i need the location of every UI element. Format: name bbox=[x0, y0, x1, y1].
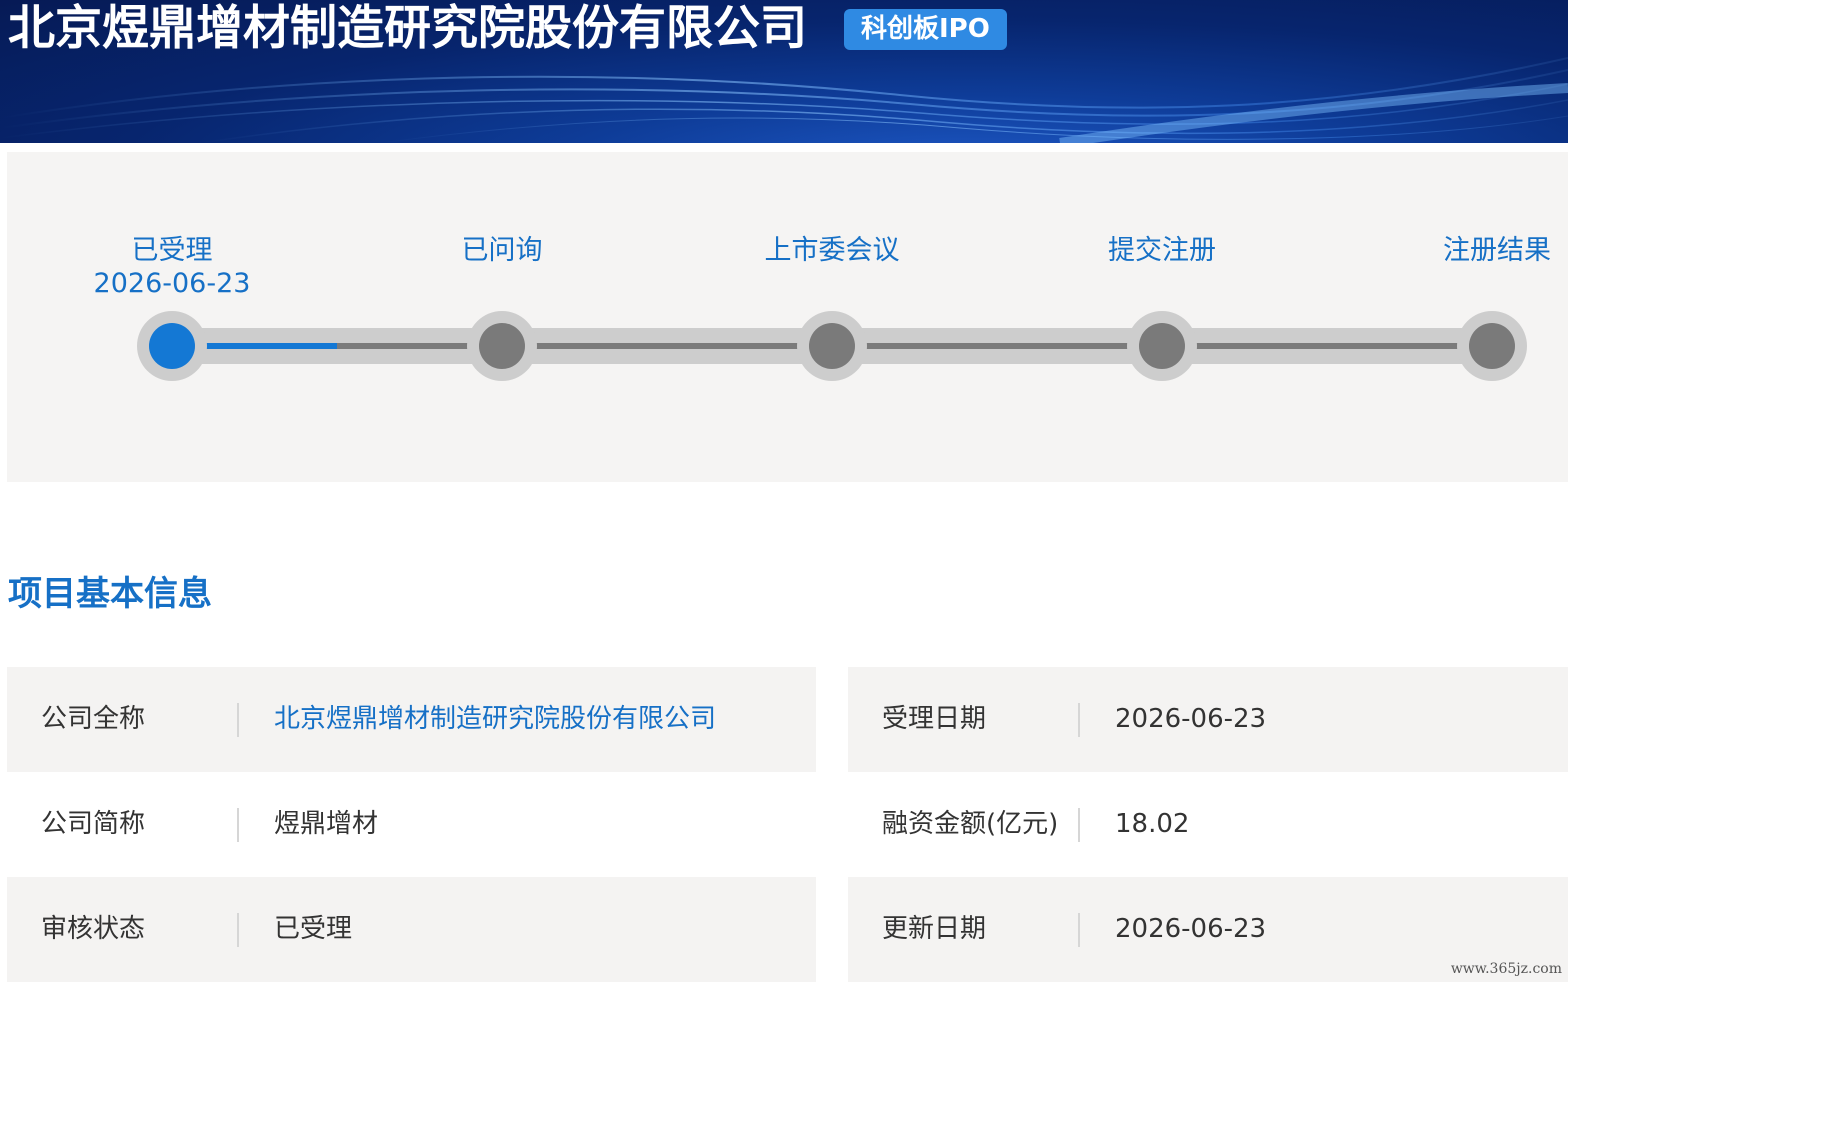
info-row-company-short-name: 公司简称 煜鼎增材 bbox=[7, 772, 816, 877]
info-divider bbox=[1078, 913, 1080, 947]
step-node-dot bbox=[809, 323, 855, 369]
info-row-accept-date: 受理日期 2026-06-23 bbox=[848, 667, 1568, 772]
company-full-name-link[interactable]: 北京煜鼎增材制造研究院股份有限公司 bbox=[274, 667, 716, 772]
info-column-left: 公司全称 北京煜鼎增材制造研究院股份有限公司 公司简称 煜鼎增材 审核状态 已受… bbox=[7, 667, 816, 982]
step-label: 已问询 bbox=[372, 234, 632, 267]
step-node bbox=[1127, 311, 1197, 381]
info-value: 2026-06-23 bbox=[1115, 914, 1267, 944]
info-value: 18.02 bbox=[1115, 809, 1190, 839]
info-row-financing-amount: 融资金额(亿元) 18.02 bbox=[848, 772, 1568, 877]
info-key: 融资金额(亿元) bbox=[882, 809, 1059, 839]
step-node bbox=[467, 311, 537, 381]
board-badge: 科创板IPO bbox=[844, 9, 1007, 50]
info-divider bbox=[1078, 703, 1080, 737]
info-key: 审核状态 bbox=[41, 914, 146, 944]
info-row-company-full-name: 公司全称 北京煜鼎增材制造研究院股份有限公司 bbox=[7, 667, 816, 772]
section-title: 项目基本信息 bbox=[8, 574, 212, 614]
step-node bbox=[137, 311, 207, 381]
info-divider bbox=[237, 703, 239, 737]
step-date: 2026-06-23 bbox=[93, 268, 251, 299]
step-node-dot bbox=[1469, 323, 1515, 369]
info-divider bbox=[237, 808, 239, 842]
info-value: 已受理 bbox=[274, 914, 353, 944]
step-name: 上市委会议 bbox=[764, 235, 900, 266]
step-node-dot bbox=[479, 323, 525, 369]
step-name: 已受理 bbox=[131, 235, 213, 266]
info-value: 煜鼎增材 bbox=[274, 809, 379, 839]
info-divider bbox=[1078, 808, 1080, 842]
step-node bbox=[1457, 311, 1527, 381]
step-node-dot bbox=[1139, 323, 1185, 369]
info-column-right: 受理日期 2026-06-23 融资金额(亿元) 18.02 更新日期 2026… bbox=[848, 667, 1568, 982]
step-label: 注册结果 bbox=[1312, 234, 1551, 267]
company-title: 北京煜鼎增材制造研究院股份有限公司 bbox=[8, 1, 807, 56]
info-value: 2026-06-23 bbox=[1115, 704, 1267, 734]
page-header: 北京煜鼎增材制造研究院股份有限公司 科创板IPO bbox=[0, 0, 1568, 143]
info-key: 公司全称 bbox=[41, 704, 146, 734]
step-label: 已受理 2026-06-23 bbox=[42, 234, 302, 300]
step-name: 已问询 bbox=[461, 235, 543, 266]
info-key: 公司简称 bbox=[41, 809, 146, 839]
info-key: 受理日期 bbox=[882, 704, 987, 734]
step-name: 注册结果 bbox=[1443, 235, 1551, 266]
info-row-review-status: 审核状态 已受理 bbox=[7, 877, 816, 982]
info-divider bbox=[237, 913, 239, 947]
step-node-dot bbox=[149, 323, 195, 369]
step-label: 上市委会议 bbox=[702, 234, 962, 267]
step-node bbox=[797, 311, 867, 381]
info-key: 更新日期 bbox=[882, 914, 987, 944]
step-label: 提交注册 bbox=[1032, 234, 1292, 267]
watermark: www.365jz.com bbox=[1450, 961, 1562, 977]
review-progress-panel: 已受理 2026-06-23 已问询 上市委会议 提交注册 注册结果 bbox=[7, 152, 1568, 482]
step-name: 提交注册 bbox=[1108, 235, 1216, 266]
